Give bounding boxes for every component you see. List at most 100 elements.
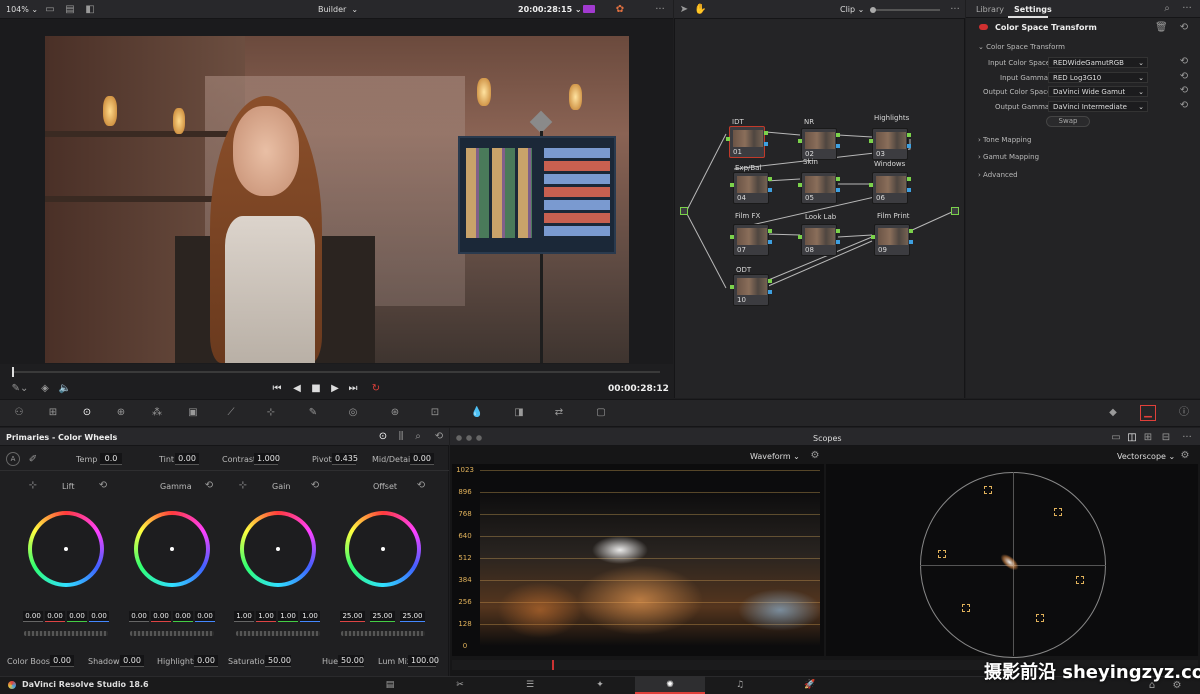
reset-input-color-space-icon[interactable]: ⟲ [1178,54,1190,70]
node-02[interactable]: 02 [798,128,840,160]
reset-primaries-icon[interactable]: ⟲ [432,429,446,445]
input-color-space-dropdown[interactable]: REDWideGamutRGB ⌄ [1048,57,1148,68]
node-zoom-slider[interactable] [870,7,940,13]
scope-layout-2-icon[interactable]: ◫ [1126,430,1138,446]
speaker-icon[interactable]: 🔈 [58,381,72,397]
node-04[interactable]: 04 [730,172,772,204]
page-edit-icon[interactable]: ☰ [495,676,565,694]
node-mode-dropdown[interactable]: Clip ⌄ [840,5,864,14]
magic-mask-icon[interactable]: ⊡ [426,405,444,421]
auto-balance-icon[interactable]: A [6,452,20,466]
lift-reset-icon[interactable]: ⟲ [96,478,110,494]
trash-icon[interactable]: 🗑 [1155,20,1168,36]
waveform-settings-icon[interactable]: ⚙ [808,448,822,464]
gain-picker-icon[interactable]: ⊹ [236,478,250,494]
stop-icon[interactable]: ■ [309,381,323,397]
gamma-master[interactable]: 0.00 [129,611,149,622]
page-fusion-icon[interactable]: ✦ [565,676,635,694]
lift-green[interactable]: 0.00 [67,611,87,622]
offset-wheel-center[interactable] [381,547,385,551]
lift-picker-icon[interactable]: ⊹ [26,478,40,494]
section-gamut-mapping[interactable]: › Gamut Mapping [978,153,1039,161]
hdr-wheels-icon[interactable]: ⊕ [112,405,130,421]
zoom-dropdown[interactable]: 104% ⌄ [6,5,38,14]
offset-blue[interactable]: 25.00 [400,611,425,622]
go-to-end-icon[interactable]: ⏭ [346,381,360,397]
wheels-mode-icon[interactable]: ⊙ [376,429,390,445]
pivot-field[interactable]: 0.435 [332,453,358,465]
gamma-red[interactable]: 0.00 [151,611,171,622]
info-icon[interactable]: ⓘ [1176,405,1192,421]
gamma-wheel-center[interactable] [170,547,174,551]
white-balance-picker-icon[interactable]: ✐ [26,452,40,468]
gain-reset-icon[interactable]: ⟲ [308,478,322,494]
page-color-icon[interactable]: ✺ [635,676,705,694]
go-to-start-icon[interactable]: ⏮ [270,381,284,397]
hand-icon[interactable]: ✋ [694,2,706,18]
waveform-dropdown[interactable]: Waveform ⌄ [750,452,800,461]
page-deliver-icon[interactable]: 🚀 [775,676,845,694]
gain-wheel-center[interactable] [276,547,280,551]
contrast-field[interactable]: 1.000 [254,453,280,465]
sizing-icon[interactable]: ⇄ [550,405,568,421]
vectorscope-settings-icon[interactable]: ⚙ [1178,448,1192,464]
page-media-icon[interactable]: ▤ [355,676,425,694]
gamma-green[interactable]: 0.00 [173,611,193,622]
offset-green[interactable]: 25.00 [370,611,395,622]
window-icon[interactable]: ◎ [344,405,362,421]
pointer-icon[interactable]: ➤ [678,2,690,18]
node-more-icon[interactable]: ··· [948,2,962,18]
viewer-more-icon[interactable]: ··· [652,2,668,18]
eyedropper-icon[interactable]: ✎⌄ [10,381,30,397]
node-01[interactable]: 01 [726,126,768,158]
reset-output-color-space-icon[interactable]: ⟲ [1178,83,1190,99]
page-cut-icon[interactable]: ✂ [425,676,495,694]
layers-icon[interactable]: ◈ [38,381,52,397]
scopes-toggle-icon[interactable]: ▁ [1140,405,1156,421]
hdr-badge-icon[interactable] [583,5,595,13]
gain-green[interactable]: 1.00 [278,611,298,622]
scope-layout-4-icon[interactable]: ⊞ [1142,430,1154,446]
timecode-top[interactable]: 20:00:28:15 ⌄ [518,5,582,14]
gain-red[interactable]: 1.00 [256,611,276,622]
settings-more-icon[interactable]: ··· [1180,1,1194,17]
colorboost-field[interactable]: 0.00 [50,655,74,667]
node-05[interactable]: 05 [798,172,840,204]
lift-blue[interactable]: 0.00 [89,611,109,622]
hue-field[interactable]: 50.00 [338,655,364,667]
reset-all-icon[interactable]: ⟲ [1178,20,1190,36]
play-reverse-icon[interactable]: ◀ [290,381,304,397]
gain-master[interactable]: 1.00 [234,611,254,622]
swap-button[interactable]: Swap [1046,116,1090,127]
settings-search-icon[interactable]: ⌕ [1160,1,1174,17]
output-icon[interactable] [951,207,959,215]
scope-layout-grid-icon[interactable]: ⊟ [1160,430,1172,446]
section-advanced[interactable]: › Advanced [978,171,1018,179]
tracker-icon[interactable]: ⊛ [386,405,404,421]
log-mode-icon[interactable]: ⌕ [411,429,425,445]
bars-mode-icon[interactable]: ⫼ [394,429,408,445]
qualifier-icon[interactable]: ✎ [304,405,322,421]
source-input-icon[interactable] [680,207,688,215]
node-03[interactable]: 03 [869,128,911,160]
reset-output-gamma-icon[interactable]: ⟲ [1178,98,1190,114]
temp-field[interactable]: 0.0 [100,453,122,465]
gamma-blue[interactable]: 0.00 [195,611,215,622]
input-gamma-dropdown[interactable]: RED Log3G10 ⌄ [1048,72,1148,83]
offset-red[interactable]: 25.00 [340,611,365,622]
node-10[interactable]: 10 [730,274,772,306]
camera-raw-icon[interactable]: ⚇ [10,405,28,421]
highlights-field[interactable]: 0.00 [194,655,218,667]
lummix-field[interactable]: 100.00 [408,655,439,667]
node-06[interactable]: 06 [869,172,911,204]
shadows-field[interactable]: 0.00 [120,655,144,667]
middetail-field[interactable]: 0.00 [410,453,434,465]
gamma-reset-icon[interactable]: ⟲ [202,478,216,494]
video-frame[interactable] [45,36,629,363]
page-fairlight-icon[interactable]: ♫ [705,676,775,694]
3d-icon[interactable]: ▢ [592,405,610,421]
play-icon[interactable]: ▶ [328,381,342,397]
blur-icon[interactable]: 💧 [468,405,486,421]
output-color-space-dropdown[interactable]: DaVinci Wide Gamut ⌄ [1048,86,1148,97]
lift-master[interactable]: 0.00 [23,611,43,622]
